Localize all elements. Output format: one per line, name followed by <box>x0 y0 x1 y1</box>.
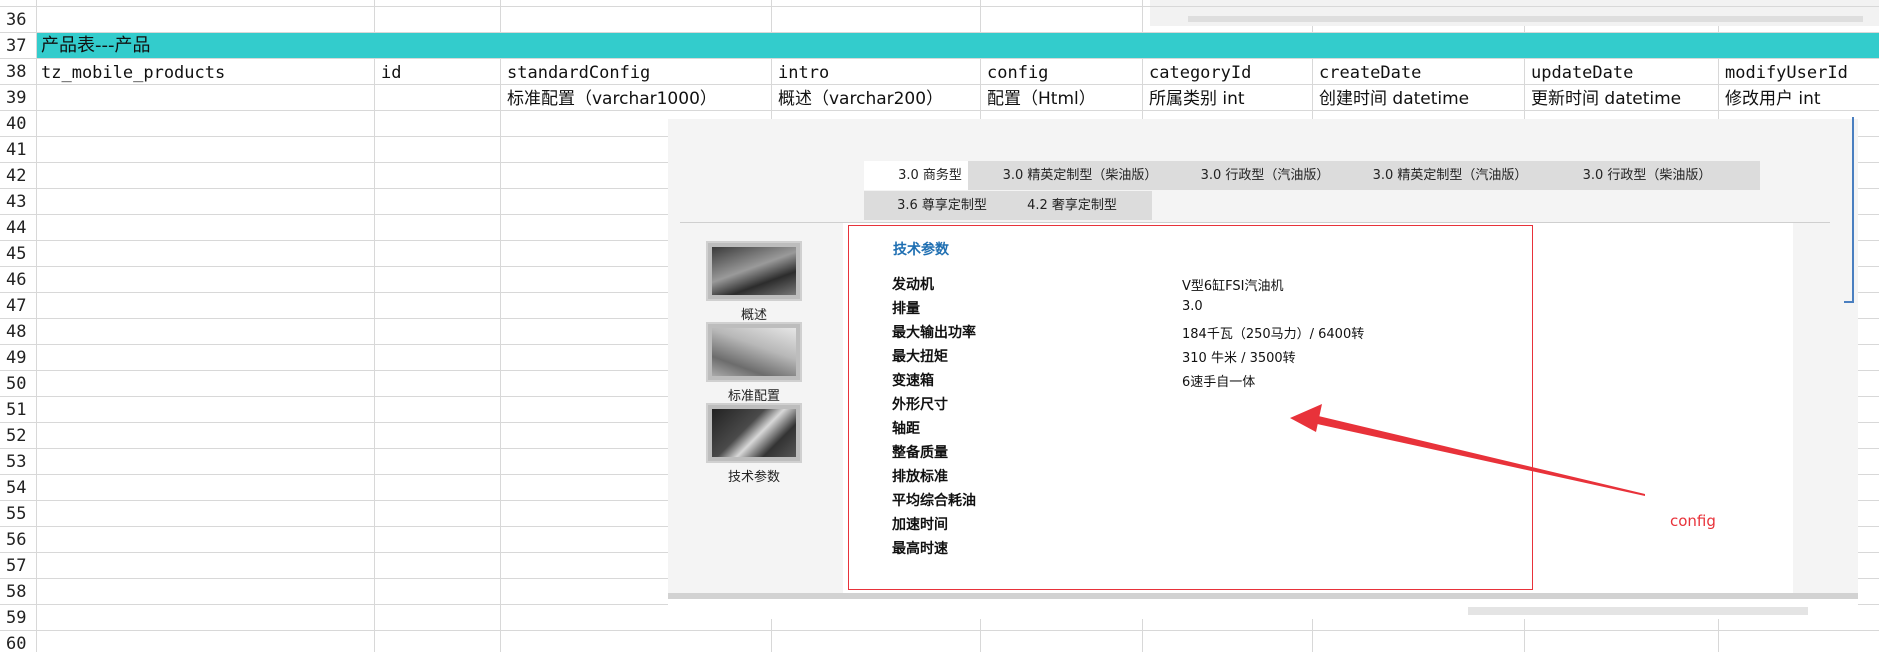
row-header[interactable]: 44 <box>0 215 36 241</box>
cell-intro-desc[interactable]: 概述（varchar200） <box>774 86 943 112</box>
row-gridline <box>0 110 1879 111</box>
spec-value: 184千瓦（250马力）/ 6400转 <box>1182 327 1365 342</box>
thumb-caption-standard-config: 标准配置 <box>727 389 780 404</box>
row-gridline <box>0 630 1879 631</box>
spec-label: 发动机 <box>892 277 934 293</box>
cell-config[interactable]: config <box>983 60 1048 86</box>
cropped-heading <box>702 119 706 127</box>
cell-createDate-desc[interactable]: 创建时间 datetime <box>1315 86 1469 112</box>
row-header[interactable]: 58 <box>0 579 36 605</box>
row-gridline <box>0 6 1879 7</box>
spec-value: V型6缸FSI汽油机 <box>1182 279 1284 294</box>
row-header[interactable]: 46 <box>0 267 36 293</box>
cell-updateDate-desc[interactable]: 更新时间 datetime <box>1527 86 1681 112</box>
row-header[interactable]: 45 <box>0 241 36 267</box>
tab-trim-2[interactable]: 3.0 精英定制型（柴油版） <box>968 161 1192 190</box>
spec-label: 排量 <box>892 301 920 317</box>
row-gridline <box>0 32 1879 33</box>
row-header[interactable]: 43 <box>0 189 36 215</box>
background-window-fragment <box>1150 0 1879 26</box>
cell-modifyUserId-desc[interactable]: 修改用户 int <box>1721 86 1821 112</box>
row-header[interactable]: 38 <box>0 59 36 85</box>
thumb-overview[interactable] <box>706 241 802 301</box>
section-title: 产品表---产品 <box>41 35 151 56</box>
row-header[interactable]: 57 <box>0 553 36 579</box>
row-header[interactable]: 59 <box>0 605 36 631</box>
thumb-caption-tech-specs: 技术参数 <box>727 470 780 485</box>
cell-intro[interactable]: intro <box>774 60 829 86</box>
spec-label: 加速时间 <box>892 517 948 533</box>
row-header[interactable]: 37 <box>0 33 36 59</box>
row-header[interactable]: 50 <box>0 371 36 397</box>
spec-value: 6速手自一体 <box>1182 375 1256 390</box>
thumb-standard-config[interactable] <box>706 322 802 382</box>
selection-border <box>1844 117 1854 303</box>
spec-value: 3.0 <box>1182 299 1203 314</box>
cell-standardConfig-desc[interactable]: 标准配置（varchar1000） <box>503 86 717 112</box>
row-header[interactable]: 36 <box>0 7 36 33</box>
row-header[interactable]: 56 <box>0 527 36 553</box>
cell-categoryId-desc[interactable]: 所属类别 int <box>1145 86 1245 112</box>
spec-label: 平均综合耗油 <box>892 493 976 509</box>
cell-createDate[interactable]: createDate <box>1315 60 1421 86</box>
thumb-tech-specs[interactable] <box>706 403 802 463</box>
spec-label: 变速箱 <box>892 373 934 389</box>
row-header[interactable]: 51 <box>0 397 36 423</box>
tab-trim-5[interactable]: 3.0 行政型（柴油版） <box>1534 161 1760 190</box>
spec-label: 最大扭矩 <box>892 349 948 365</box>
tab-trim-7[interactable]: 4.2 奢享定制型 <box>992 191 1152 220</box>
footer-search-bar <box>1468 607 1808 615</box>
cell-modifyUserId[interactable]: modifyUserId <box>1721 60 1848 86</box>
tab-trim-3[interactable]: 3.0 行政型（汽油版） <box>1164 161 1366 190</box>
column-gridline <box>36 0 37 652</box>
row-gridline <box>0 84 1879 85</box>
spec-label: 最大输出功率 <box>892 325 976 341</box>
cell-table-name[interactable]: tz_mobile_products <box>37 60 225 86</box>
spec-label: 最高时速 <box>892 541 948 557</box>
spec-label: 排放标准 <box>892 469 948 485</box>
embedded-screenshot[interactable]: 3.0 商务型 3.0 精英定制型（柴油版） 3.0 行政型（汽油版） 3.0 … <box>668 119 1858 619</box>
row-header[interactable]: 40 <box>0 111 36 137</box>
thumb-caption-overview: 概述 <box>740 308 767 323</box>
section-header-row[interactable]: 产品表---产品 <box>37 33 1879 59</box>
row-header[interactable]: 53 <box>0 449 36 475</box>
annotation-label: config <box>1670 512 1716 530</box>
cell-config-desc[interactable]: 配置（Html） <box>983 86 1096 112</box>
row-header[interactable]: 55 <box>0 501 36 527</box>
spec-label: 整备质量 <box>892 445 948 461</box>
row-header[interactable]: 52 <box>0 423 36 449</box>
row-header[interactable]: 39 <box>0 85 36 111</box>
row-header[interactable]: 48 <box>0 319 36 345</box>
spec-label: 外形尺寸 <box>892 397 948 413</box>
row-header[interactable]: 47 <box>0 293 36 319</box>
footer-strip <box>668 599 1858 619</box>
row-header[interactable]: 60 <box>0 631 36 657</box>
column-gridline <box>374 0 375 652</box>
row-header[interactable]: 41 <box>0 137 36 163</box>
row-gridline <box>0 58 1879 59</box>
column-gridline <box>500 0 501 652</box>
row-header[interactable]: 42 <box>0 163 36 189</box>
cell-categoryId[interactable]: categoryId <box>1145 60 1251 86</box>
tab-trim-4[interactable]: 3.0 精英定制型（汽油版） <box>1338 161 1562 190</box>
spec-section-title: 技术参数 <box>893 242 949 258</box>
row-header[interactable]: 54 <box>0 475 36 501</box>
spec-value: 310 牛米 / 3500转 <box>1182 351 1296 366</box>
cell-standardConfig[interactable]: standardConfig <box>503 60 650 86</box>
cell-updateDate[interactable]: updateDate <box>1527 60 1633 86</box>
row-header[interactable]: 49 <box>0 345 36 371</box>
cell-id[interactable]: id <box>377 60 401 86</box>
spec-label: 轴距 <box>892 421 920 437</box>
